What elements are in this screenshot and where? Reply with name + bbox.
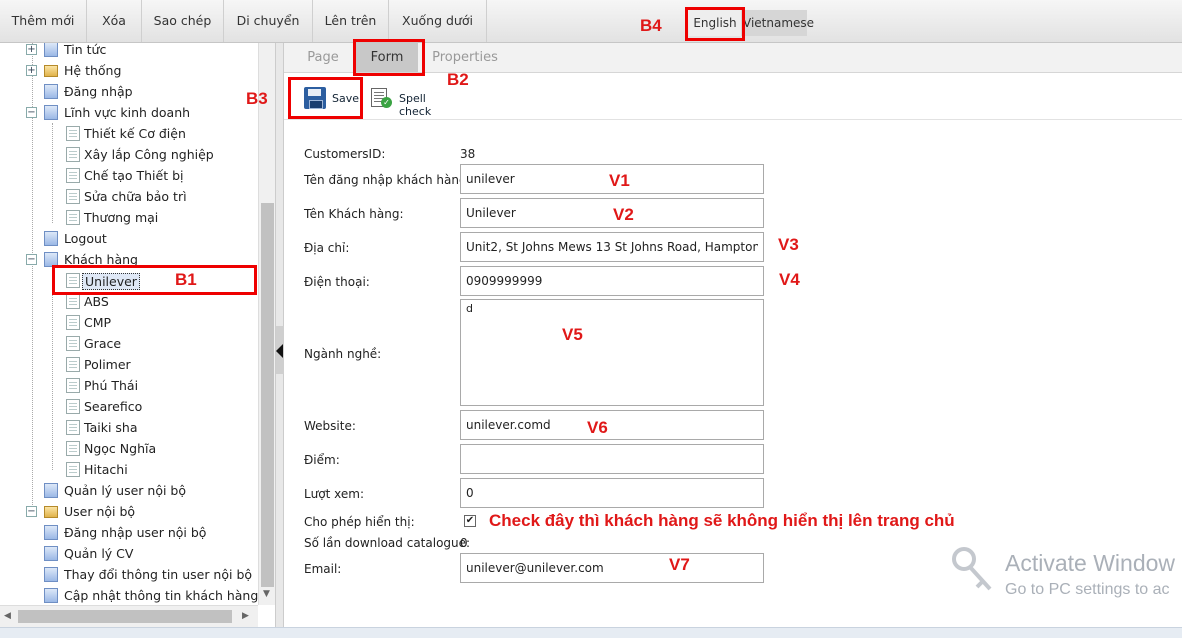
copy-button[interactable]: Sao chép <box>142 0 224 42</box>
website-input[interactable] <box>460 410 764 440</box>
expand-icon[interactable]: + <box>26 65 37 76</box>
tab-properties[interactable]: Properties <box>424 43 506 72</box>
expand-icon[interactable]: + <box>26 44 37 55</box>
collapse-arrow-icon[interactable] <box>276 326 284 374</box>
customer-name-label: Tên Khách hàng: <box>304 207 404 221</box>
tab-page[interactable]: Page <box>296 43 350 72</box>
page-icon <box>66 378 80 393</box>
annotation-b1: B1 <box>175 270 197 289</box>
move-down-button[interactable]: Xuống dưới <box>389 0 487 42</box>
industry-textarea[interactable]: d <box>460 299 764 406</box>
annotation-box-b1 <box>52 265 257 295</box>
address-label: Địa chỉ: <box>304 241 350 255</box>
email-label: Email: <box>304 562 342 576</box>
add-new-button[interactable]: Thêm mới <box>0 0 87 42</box>
spell-check-button[interactable]: ✓ Spell check <box>370 87 460 118</box>
phone-label: Điện thoại: <box>304 275 370 289</box>
page-icon <box>44 43 58 57</box>
scroll-right-arrow-icon[interactable]: ▶ <box>242 611 249 621</box>
delete-button[interactable]: Xóa <box>87 0 142 42</box>
scrollbar-thumb[interactable] <box>261 203 274 587</box>
bottom-bar <box>0 627 1182 638</box>
username-label: Tên đăng nhập khách hàng: <box>304 173 471 187</box>
page-icon <box>44 525 58 540</box>
collapse-icon[interactable]: − <box>26 107 37 118</box>
page-icon <box>44 567 58 582</box>
page-icon <box>66 336 80 351</box>
annotation-note: Check đây thì khách hàng sẽ không hiển t… <box>489 511 955 530</box>
annotation-v1: V1 <box>609 171 630 190</box>
annotation-box-b2 <box>353 39 425 76</box>
industry-label: Ngành nghề: <box>304 347 382 361</box>
annotation-v5: V5 <box>562 325 583 344</box>
move-up-button[interactable]: Lên trên <box>313 0 389 42</box>
form-actions: Save ✓ Spell check <box>284 74 1182 120</box>
annotation-b3: B3 <box>246 89 268 108</box>
key-icon <box>952 547 992 591</box>
annotation-v2: V2 <box>613 205 634 224</box>
page-icon <box>66 210 80 225</box>
annotation-b4: B4 <box>640 16 662 35</box>
pane-splitter[interactable] <box>275 43 284 627</box>
page-icon <box>66 357 80 372</box>
collapse-icon[interactable]: − <box>26 254 37 265</box>
scroll-left-arrow-icon[interactable]: ◀ <box>4 611 11 621</box>
score-label: Điểm: <box>304 453 340 467</box>
page-icon <box>44 546 58 561</box>
page-icon <box>44 483 58 498</box>
website-label: Website: <box>304 419 356 433</box>
vietnamese-language-button[interactable]: Vietnamese <box>741 10 814 36</box>
annotation-v3: V3 <box>778 235 799 254</box>
customers-id-value: 38 <box>460 147 476 161</box>
views-label: Lượt xem: <box>304 487 364 501</box>
activation-watermark: Activate Window Go to PC settings to ac <box>1005 550 1176 598</box>
score-input[interactable] <box>460 444 764 474</box>
content-tree: + Tin tức + Hệ thống Đăng nhập − Lĩnh vực k… <box>0 43 258 605</box>
page-icon <box>66 462 80 477</box>
page-icon <box>66 420 80 435</box>
folder-icon <box>44 65 58 77</box>
page-icon <box>66 399 80 414</box>
annotation-box-b3 <box>288 77 363 119</box>
address-input[interactable] <box>460 232 764 262</box>
annotation-box-b4 <box>685 7 745 41</box>
folder-icon <box>44 506 58 518</box>
visible-label: Cho phép hiển thị: <box>304 515 415 529</box>
annotation-v6: V6 <box>587 418 608 437</box>
tree-vertical-scrollbar[interactable]: ▼ <box>258 43 275 605</box>
page-icon <box>66 315 80 330</box>
page-icon <box>66 294 80 309</box>
downloads-label: Số lần download catalogue: <box>304 536 471 550</box>
scroll-down-arrow-icon[interactable]: ▼ <box>263 589 270 599</box>
views-input[interactable] <box>460 478 764 508</box>
page-icon <box>44 231 58 246</box>
customers-id-label: CustomersID: <box>304 147 386 161</box>
visible-checkbox[interactable]: ✔ <box>464 515 476 527</box>
downloads-value: 0 <box>460 536 468 550</box>
phone-input[interactable] <box>460 266 764 296</box>
page-icon <box>44 105 58 120</box>
page-icon <box>66 441 80 456</box>
top-toolbar: Thêm mới Xóa Sao chép Di chuyển Lên trên… <box>0 0 1182 43</box>
tree-horizontal-scrollbar[interactable]: ◀ ▶ <box>0 605 258 627</box>
page-icon <box>44 588 58 603</box>
email-input[interactable] <box>460 553 764 583</box>
scrollbar-thumb[interactable] <box>18 610 232 623</box>
collapse-icon[interactable]: − <box>26 506 37 517</box>
spell-check-icon: ✓ <box>370 87 392 109</box>
page-icon <box>44 84 58 99</box>
page-icon <box>66 168 80 183</box>
page-icon <box>66 189 80 204</box>
move-button[interactable]: Di chuyển <box>224 0 313 42</box>
annotation-b2: B2 <box>447 70 469 89</box>
page-icon <box>66 126 80 141</box>
customer-name-input[interactable] <box>460 198 764 228</box>
tree-guide-line <box>52 270 53 470</box>
annotation-v7: V7 <box>669 555 690 574</box>
page-icon <box>66 147 80 162</box>
annotation-v4: V4 <box>779 270 800 289</box>
tree-guide-line <box>52 123 53 223</box>
